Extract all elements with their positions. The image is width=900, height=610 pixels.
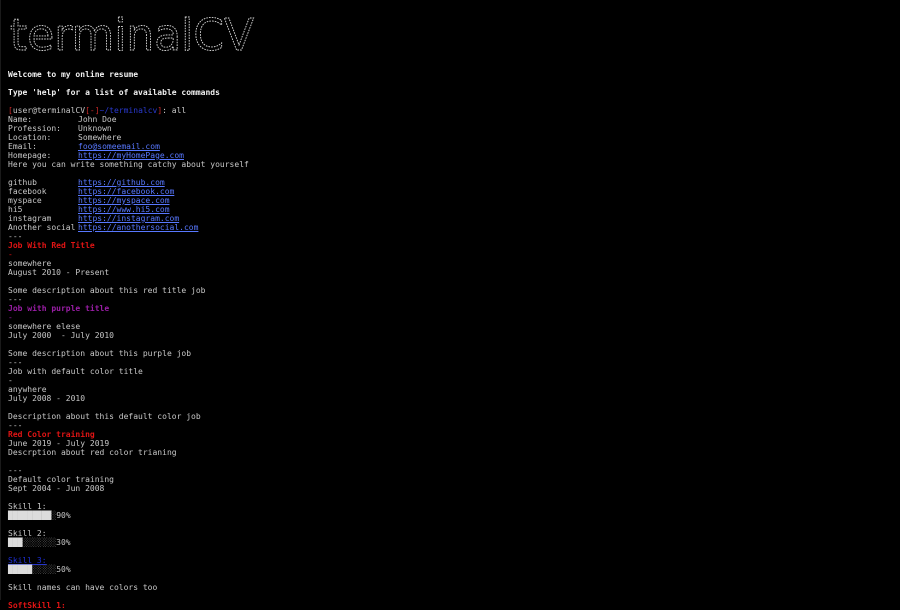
skill-label: Skill 1: <box>8 502 47 511</box>
job-title: Job with default color title <box>8 367 143 376</box>
about-text: Here you can write something catchy abou… <box>8 160 249 169</box>
job-dates: August 2010 - Present <box>8 268 110 277</box>
info-name: John Doe <box>78 115 117 124</box>
social-name: Another social <box>8 223 76 232</box>
social-row: Another social https://anothersocial.com <box>8 223 900 232</box>
command-prompt[interactable]: [user@terminalCV[-]~/terminalcv]: all <box>8 106 900 115</box>
job-dates: July 2000 - July 2010 <box>8 331 114 340</box>
job-description: Some description about this red title jo… <box>8 286 206 295</box>
homepage-link[interactable]: https://myHomePage.com <box>78 151 184 160</box>
jobs-section: --- Job With Red Title - somewhere August 20… <box>8 232 900 421</box>
social-link[interactable]: https://www.hi5.com <box>78 205 170 214</box>
separator: --- <box>8 295 23 304</box>
training-description: Descrption about red color trianing <box>8 448 177 457</box>
job-dash: - <box>8 313 13 322</box>
svg-text:terminalCV: terminalCV <box>10 12 254 56</box>
separator: --- <box>8 421 23 430</box>
social-link[interactable]: https://facebook.com <box>78 187 174 196</box>
job-place: somewhere elese <box>8 322 81 331</box>
info-key: Homepage: <box>8 151 52 160</box>
job-place: anywhere <box>8 385 47 394</box>
social-link[interactable]: https://myspace.com <box>78 196 170 205</box>
separator: --- <box>8 358 23 367</box>
info-profession-row: Profession: Unknown <box>8 124 900 133</box>
training-dates: June 2019 - July 2019 <box>8 439 110 448</box>
job-description: Description about this default color job <box>8 412 201 421</box>
job-place: somewhere <box>8 259 52 268</box>
info-location-row: Location: Somewhere <box>8 133 900 142</box>
prompt-path: ~/terminalcv <box>99 106 158 115</box>
job-title: Job With Red Title <box>8 241 95 250</box>
separator: --- <box>8 466 23 475</box>
social-name: github <box>8 178 37 187</box>
social-name: facebook <box>8 187 47 196</box>
skill-bar-empty: ░░░░░ <box>32 565 57 574</box>
social-row: facebook https://facebook.com <box>8 187 900 196</box>
social-links-list: github https://github.com facebook https://… <box>8 178 900 232</box>
help-hint: Type 'help' for a list of available comm… <box>8 88 220 97</box>
skill-progress-bar: ███░░░░░░░30% <box>8 538 900 547</box>
prompt-user: user@terminalCV <box>12 106 86 115</box>
welcome-message: Welcome to my online resume <box>8 70 139 79</box>
skill-progress-bar: █████░░░░░50% <box>8 565 900 574</box>
skills-section: Skill 1: █████████░90% Skill 2: ███░░░░░░░3… <box>8 502 900 583</box>
skill-bar-empty: ░░░░░░░ <box>22 538 57 547</box>
training-title: Default color training <box>8 475 114 484</box>
info-email-row: Email: foo@someemail.com <box>8 142 900 151</box>
training-title: Red Color training <box>8 430 95 439</box>
softskill-label: SoftSkill 1: <box>8 601 66 610</box>
trainings-section: --- Red Color training June 2019 - July 20… <box>8 421 900 502</box>
social-link[interactable]: https://github.com <box>78 178 165 187</box>
social-link[interactable]: https://instagram.com <box>78 214 179 223</box>
info-key: Location: <box>8 133 52 142</box>
social-row: instagram https://instagram.com <box>8 214 900 223</box>
info-profession: Unknown <box>78 124 112 133</box>
info-key: Profession: <box>8 124 61 133</box>
job-title: Job with purple title <box>8 304 110 313</box>
social-row: myspace https://myspace.com <box>8 196 900 205</box>
skill-bar-filled: ███ <box>8 538 23 547</box>
skill-percent: 30% <box>56 538 71 547</box>
info-location: Somewhere <box>78 133 122 142</box>
skill-progress-bar: █████████░90% <box>8 511 900 520</box>
info-key: Email: <box>8 142 37 151</box>
skill-bar-filled: █████ <box>8 565 33 574</box>
job-dash: - <box>8 376 13 385</box>
skill-label: Skill 3: <box>8 556 47 565</box>
email-link[interactable]: foo@someemail.com <box>78 142 160 151</box>
info-name-row: Name: John Doe <box>8 115 900 124</box>
info-key: Name: <box>8 115 33 124</box>
social-name: hi5 <box>8 205 23 214</box>
separator: --- <box>8 232 23 241</box>
social-name: myspace <box>8 196 42 205</box>
terminal-window[interactable]: terminalCV Welcome to my online resume T… <box>0 0 900 610</box>
job-dash: - <box>8 250 13 259</box>
job-description: Some description about this purple job <box>8 349 192 358</box>
prompt-command: : all <box>162 106 187 115</box>
info-homepage-row: Homepage: https://myHomePage.com <box>8 151 900 160</box>
skill-bar-filled: █████████ <box>8 511 52 520</box>
prompt-dash: [-] <box>85 106 100 115</box>
social-row: github https://github.com <box>8 178 900 187</box>
skill-label: Skill 2: <box>8 529 47 538</box>
skills-note: Skill names can have colors too <box>8 583 158 592</box>
terminalcv-ascii-logo: terminalCV <box>8 12 900 56</box>
training-dates: Sept 2004 - Jun 2008 <box>8 484 105 493</box>
skill-percent: 90% <box>56 511 71 520</box>
job-dates: July 2008 - 2010 <box>8 394 86 403</box>
skill-percent: 50% <box>56 565 71 574</box>
social-link[interactable]: https://anothersocial.com <box>78 223 198 232</box>
social-name: instagram <box>8 214 52 223</box>
social-row: hi5 https://www.hi5.com <box>8 205 900 214</box>
